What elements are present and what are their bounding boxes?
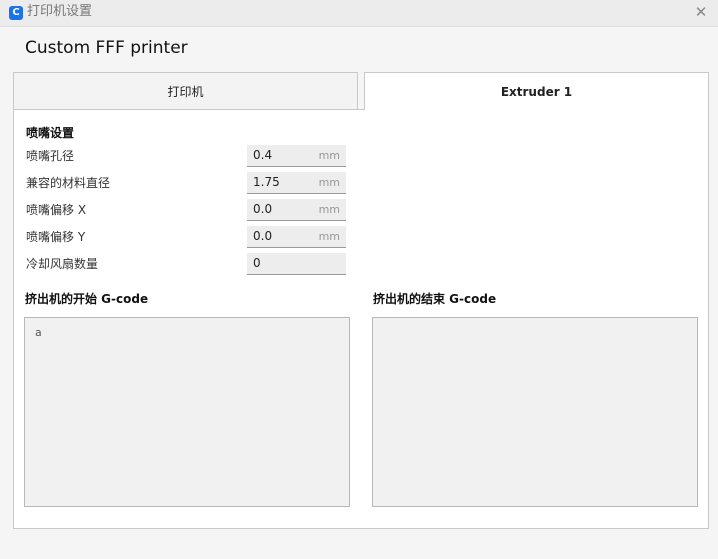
nozzle-size-unit: mm — [318, 149, 340, 162]
nozzle-size-row: 喷嘴孔径 mm — [26, 145, 346, 167]
material-diameter-input[interactable] — [253, 175, 313, 189]
cooling-fan-count-input[interactable] — [253, 256, 313, 270]
nozzle-offset-y-field[interactable]: mm — [247, 226, 346, 248]
printer-name-heading: Custom FFF printer — [25, 38, 188, 58]
window-title: 打印机设置 — [27, 4, 93, 19]
nozzle-offset-x-label: 喷嘴偏移 X — [26, 203, 87, 217]
tab-printer[interactable]: 打印机 — [13, 72, 358, 110]
nozzle-size-field[interactable]: mm — [247, 145, 346, 167]
title-bar: C 打印机设置 ✕ — [0, 0, 718, 27]
nozzle-offset-y-row: 喷嘴偏移 Y mm — [26, 226, 346, 248]
cooling-fan-count-row: 冷却风扇数量 — [26, 253, 346, 275]
tab-extruder-1[interactable]: Extruder 1 — [364, 72, 709, 110]
start-gcode-editor[interactable]: a — [24, 317, 350, 507]
nozzle-offset-y-unit: mm — [318, 230, 340, 243]
nozzle-settings-heading: 喷嘴设置 — [26, 126, 75, 140]
material-diameter-row: 兼容的材料直径 mm — [26, 172, 346, 194]
nozzle-size-input[interactable] — [253, 148, 313, 162]
material-diameter-field[interactable]: mm — [247, 172, 346, 194]
start-gcode-label: 挤出机的开始 G-code — [25, 292, 149, 306]
nozzle-offset-x-unit: mm — [318, 203, 340, 216]
app-logo-icon: C — [9, 6, 23, 20]
nozzle-offset-x-field[interactable]: mm — [247, 199, 346, 221]
nozzle-offset-x-row: 喷嘴偏移 X mm — [26, 199, 346, 221]
nozzle-offset-x-input[interactable] — [253, 202, 313, 216]
close-icon[interactable]: ✕ — [692, 3, 710, 21]
nozzle-size-label: 喷嘴孔径 — [26, 149, 75, 163]
material-diameter-unit: mm — [318, 176, 340, 189]
cooling-fan-count-label: 冷却风扇数量 — [26, 257, 99, 271]
tab-divider — [13, 109, 364, 110]
nozzle-offset-y-label: 喷嘴偏移 Y — [26, 230, 86, 244]
cooling-fan-count-field[interactable] — [247, 253, 346, 275]
nozzle-offset-y-input[interactable] — [253, 229, 313, 243]
end-gcode-editor[interactable] — [372, 317, 698, 507]
material-diameter-label: 兼容的材料直径 — [26, 176, 111, 190]
end-gcode-label: 挤出机的结束 G-code — [373, 292, 497, 306]
